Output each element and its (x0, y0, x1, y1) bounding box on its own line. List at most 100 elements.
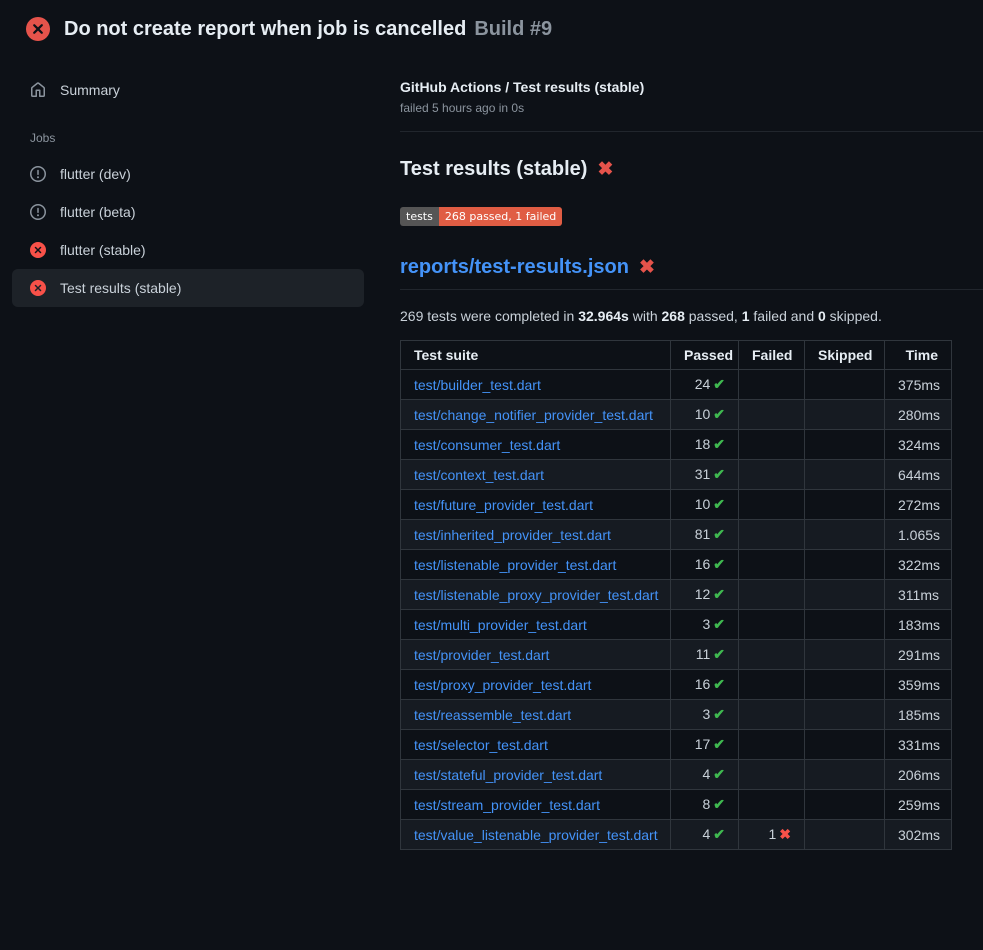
time-cell: 291ms (885, 640, 952, 670)
test-suite-link[interactable]: test/multi_provider_test.dart (414, 617, 587, 633)
passed-cell: 11✔ (671, 640, 739, 670)
table-row: test/provider_test.dart 11✔ 291ms (401, 640, 952, 670)
test-suite-link[interactable]: test/consumer_test.dart (414, 437, 560, 453)
test-suite-link[interactable]: test/context_test.dart (414, 467, 544, 483)
check-icon: ✔ (713, 736, 725, 752)
failed-cell (739, 730, 805, 760)
passed-cell: 3✔ (671, 700, 739, 730)
duration-value: 32.964s (578, 308, 629, 324)
suite-cell: test/stream_provider_test.dart (401, 790, 671, 820)
failed-count: 1 (742, 308, 750, 324)
table-row: test/listenable_proxy_provider_test.dart… (401, 580, 952, 610)
suite-cell: test/consumer_test.dart (401, 430, 671, 460)
test-suite-link[interactable]: test/future_provider_test.dart (414, 497, 593, 513)
table-row: test/reassemble_test.dart 3✔ 185ms (401, 700, 952, 730)
failed-cell (739, 460, 805, 490)
test-suite-link[interactable]: test/reassemble_test.dart (414, 707, 571, 723)
report-file-link[interactable]: reports/test-results.json (400, 256, 629, 279)
test-suite-link[interactable]: test/listenable_proxy_provider_test.dart (414, 587, 658, 603)
suite-cell: test/context_test.dart (401, 460, 671, 490)
failed-cell (739, 490, 805, 520)
job-label: flutter (stable) (60, 242, 146, 258)
x-circle-icon (26, 17, 50, 41)
suite-cell: test/provider_test.dart (401, 640, 671, 670)
suite-cell: test/selector_test.dart (401, 730, 671, 760)
suite-cell: test/change_notifier_provider_test.dart (401, 400, 671, 430)
sidebar-job-item[interactable]: flutter (stable) (12, 231, 364, 269)
test-suite-link[interactable]: test/inherited_provider_test.dart (414, 527, 611, 543)
time-cell: 280ms (885, 400, 952, 430)
test-suite-link[interactable]: test/stateful_provider_test.dart (414, 767, 602, 783)
failed-x-icon: ✖ (639, 256, 655, 279)
failed-cell (739, 790, 805, 820)
run-title: Do not create report when job is cancell… (64, 18, 466, 40)
table-row: test/stateful_provider_test.dart 4✔ 206m… (401, 760, 952, 790)
job-label: Test results (stable) (60, 280, 181, 296)
failed-cell (739, 610, 805, 640)
passed-cell: 18✔ (671, 430, 739, 460)
suite-cell: test/listenable_proxy_provider_test.dart (401, 580, 671, 610)
check-icon: ✔ (713, 526, 725, 542)
x-circle-icon (30, 242, 46, 258)
skipped-cell (805, 730, 885, 760)
table-row: test/listenable_provider_test.dart 16✔ 3… (401, 550, 952, 580)
jobs-list: flutter (dev) flutter (beta) flutter (st… (12, 155, 364, 307)
suite-cell: test/builder_test.dart (401, 370, 671, 400)
time-cell: 375ms (885, 370, 952, 400)
test-suite-link[interactable]: test/selector_test.dart (414, 737, 548, 753)
column-header: Test suite (401, 341, 671, 370)
suite-cell: test/stateful_provider_test.dart (401, 760, 671, 790)
run-meta: failed 5 hours ago in 0s (400, 101, 952, 115)
skipped-cell (805, 760, 885, 790)
run-header: Do not create report when job is cancell… (0, 0, 983, 55)
check-icon: ✔ (713, 436, 725, 452)
check-icon: ✔ (713, 496, 725, 512)
test-suite-link[interactable]: test/builder_test.dart (414, 377, 541, 393)
test-suite-link[interactable]: test/value_listenable_provider_test.dart (414, 827, 658, 843)
breadcrumb: GitHub Actions / Test results (stable) (400, 79, 952, 95)
test-suite-link[interactable]: test/change_notifier_provider_test.dart (414, 407, 653, 423)
test-suite-link[interactable]: test/provider_test.dart (414, 647, 549, 663)
table-row: test/stream_provider_test.dart 8✔ 259ms (401, 790, 952, 820)
column-header: Time (885, 341, 952, 370)
test-suite-link[interactable]: test/listenable_provider_test.dart (414, 557, 616, 573)
passed-cell: 4✔ (671, 760, 739, 790)
suite-cell: test/proxy_provider_test.dart (401, 670, 671, 700)
sidebar-job-item[interactable]: flutter (dev) (12, 155, 364, 193)
x-circle-icon (30, 280, 46, 296)
table-row: test/consumer_test.dart 18✔ 324ms (401, 430, 952, 460)
suite-cell: test/listenable_provider_test.dart (401, 550, 671, 580)
failed-cell (739, 370, 805, 400)
time-cell: 1.065s (885, 520, 952, 550)
skipped-cell (805, 430, 885, 460)
sidebar-job-item[interactable]: Test results (stable) (12, 269, 364, 307)
test-suite-link[interactable]: test/stream_provider_test.dart (414, 797, 600, 813)
test-suite-link[interactable]: test/proxy_provider_test.dart (414, 677, 591, 693)
time-cell: 324ms (885, 430, 952, 460)
table-row: test/selector_test.dart 17✔ 331ms (401, 730, 952, 760)
table-row: test/context_test.dart 31✔ 644ms (401, 460, 952, 490)
failed-cell (739, 700, 805, 730)
check-icon: ✔ (713, 616, 725, 632)
neutral-circle-icon (30, 204, 46, 220)
sidebar-item-summary[interactable]: Summary (12, 71, 364, 109)
passed-cell: 16✔ (671, 550, 739, 580)
sidebar-job-item[interactable]: flutter (beta) (12, 193, 364, 231)
build-number: Build #9 (474, 18, 552, 40)
time-cell: 644ms (885, 460, 952, 490)
failed-cell (739, 580, 805, 610)
report-heading: reports/test-results.json ✖ (400, 256, 983, 290)
time-cell: 206ms (885, 760, 952, 790)
main-content: GitHub Actions / Test results (stable) f… (400, 55, 983, 850)
check-icon: ✔ (713, 706, 725, 722)
home-icon (30, 82, 46, 98)
time-cell: 331ms (885, 730, 952, 760)
skipped-cell (805, 490, 885, 520)
check-icon: ✔ (713, 466, 725, 482)
sidebar: Summary Jobs flutter (dev) flutter (beta… (0, 55, 400, 307)
failed-x-icon: ✖ (597, 158, 613, 181)
check-icon: ✔ (713, 376, 725, 392)
page-title: Do not create report when job is cancell… (64, 18, 552, 41)
passed-cell: 10✔ (671, 490, 739, 520)
test-results-table: Test suitePassedFailedSkippedTime test/b… (400, 340, 952, 850)
